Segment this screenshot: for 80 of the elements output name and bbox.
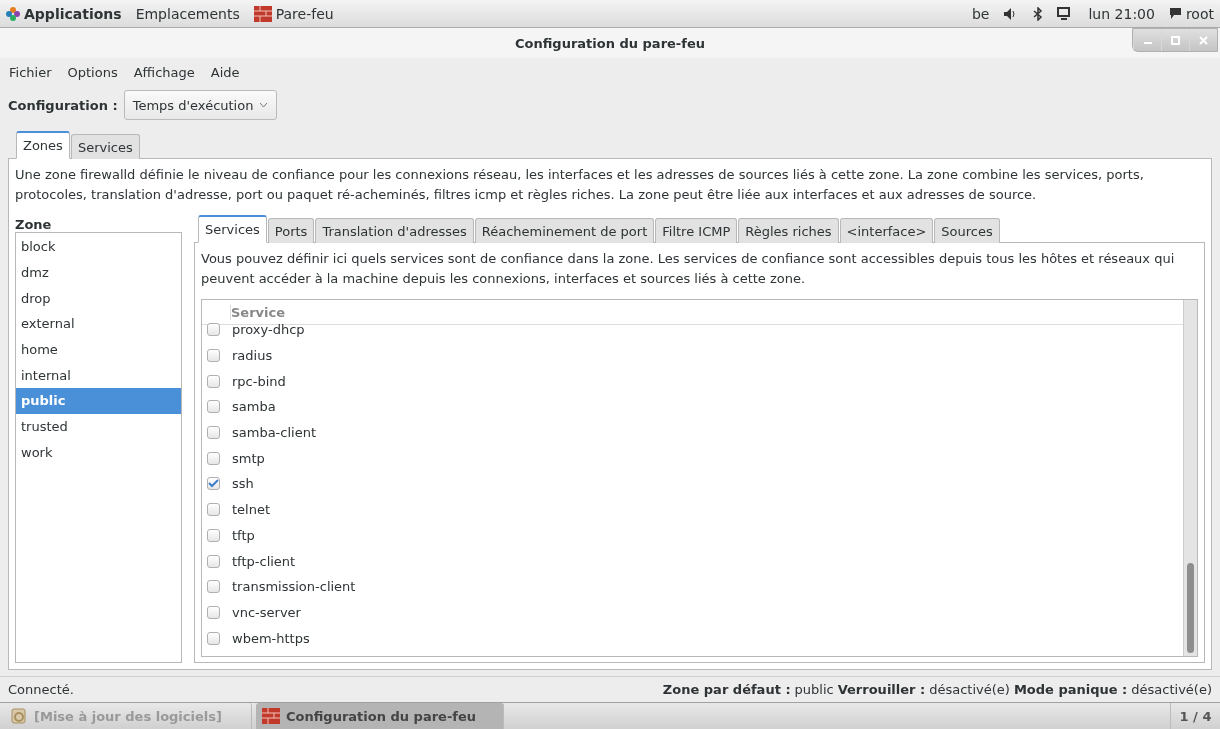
configuration-label: Configuration : [8,97,118,113]
services-description: Vous pouvez définir ici quels services sont de confiance dans la zone. Les services de confiance sont accessibles depuis tous les hôtes et réseaux qui peuvent accéder à la machine depuis les connexions, interfaces et sources liés à cette zone. [201,250,1176,288]
status-label: Zone par défaut : [662,682,791,697]
close-icon [1199,35,1208,45]
flower-icon [6,6,20,21]
column-header[interactable]: Service [230,304,286,320]
menu-item[interactable]: Affichage [133,64,195,80]
service-name: samba [232,399,276,415]
tab[interactable]: Services [70,134,140,159]
checkbox[interactable] [207,349,220,363]
applications-menu[interactable]: Applications [6,5,122,22]
tab[interactable]: Services [198,215,267,243]
configuration-dropdown[interactable]: Temps d'exécution [123,90,278,120]
zone-item[interactable]: trusted [16,413,181,440]
scrollbar-thumb[interactable] [1187,563,1194,653]
status-value: public [794,682,834,697]
tab[interactable]: Règles riches [738,218,839,243]
service-name: radius [232,348,273,364]
workspace-switcher[interactable]: 1 / 4 [1170,703,1220,729]
checkbox[interactable] [207,451,220,465]
tab[interactable]: Zones [16,131,70,159]
app-menu[interactable]: Pare-feu [253,5,334,22]
status-value: désactivé(e) [1131,682,1212,697]
zone-item[interactable]: external [16,311,181,337]
service-name: tftp [232,527,255,543]
menu-item[interactable]: Options [67,64,118,80]
service-name: wbem-https [232,630,310,646]
tab[interactable]: <interface> [839,218,934,243]
tab[interactable]: Sources [934,218,1000,243]
checkbox[interactable] [207,426,220,440]
checkbox[interactable] [207,477,220,491]
wall-icon [262,708,280,724]
zone-item[interactable]: work [16,439,181,466]
service-name: rpc-bind [232,373,286,389]
maximize-icon [1171,35,1180,45]
tab[interactable]: Translation d'adresses [315,218,474,243]
checkbox[interactable] [207,323,220,337]
zone-heading: Zone [15,217,53,232]
zone-description: Une zone firewalld définie le niveau de confiance pour les connexions réseau, les interfaces et les adresses de sources liés à cette zone. La zone combine les services, ports, protocoles, translation d'adresse, port ou paquet ré-acheminés, filtres icmp et règles riches. La zone peut être liée aux interfaces et aux adresses de source. [15,166,1145,204]
zone-item[interactable]: internal [16,362,181,389]
tab[interactable]: Filtre ICMP [655,218,738,243]
tab[interactable]: Ports [267,218,315,243]
checkbox[interactable] [207,554,220,568]
service-name: tftp-client [232,553,296,569]
keyboard-layout[interactable]: be [972,5,990,22]
clock[interactable]: lun 21:00 [1088,5,1155,22]
zone-item[interactable]: drop [16,285,181,312]
chevron-down-icon [259,102,269,108]
window-title: Configuration du pare-feu [515,35,705,51]
checkbox[interactable] [207,374,220,388]
status-label: Verrouiller : [837,682,926,697]
zone-item[interactable]: block [16,234,181,260]
wall-icon [253,5,272,22]
checkbox[interactable] [207,605,220,619]
checkbox[interactable] [207,580,220,594]
service-name: proxy-dhcp [232,322,305,338]
checkbox[interactable] [207,503,220,517]
taskbar-item[interactable]: Configuration du pare-feu [256,703,504,729]
tab[interactable]: Réacheminement de port [474,218,655,243]
zone-item[interactable]: dmz [16,259,181,286]
bluetooth-icon[interactable] [1033,6,1044,21]
status-label: Mode panique : [1013,682,1128,697]
user-menu[interactable]: root [1168,5,1214,22]
service-name: smtp [232,450,265,466]
zone-item[interactable]: home [16,336,181,363]
places-menu[interactable]: Emplacements [135,5,240,22]
checkbox[interactable] [207,631,220,645]
checkbox[interactable] [207,400,220,414]
service-name: ssh [232,476,254,492]
checkmark-icon [208,479,219,489]
checkbox[interactable] [207,528,220,542]
status-message: Connecté. [8,682,74,697]
speech-bubble-icon [1168,7,1182,20]
status-value: désactivé(e) [929,682,1010,697]
service-name: transmission-client [232,579,356,595]
service-name: telnet [232,502,271,518]
menu-item[interactable]: Fichier [9,64,52,80]
menu-item[interactable]: Aide [210,64,240,80]
service-name: samba-client [232,425,317,441]
service-name: vnc-server [232,604,301,620]
